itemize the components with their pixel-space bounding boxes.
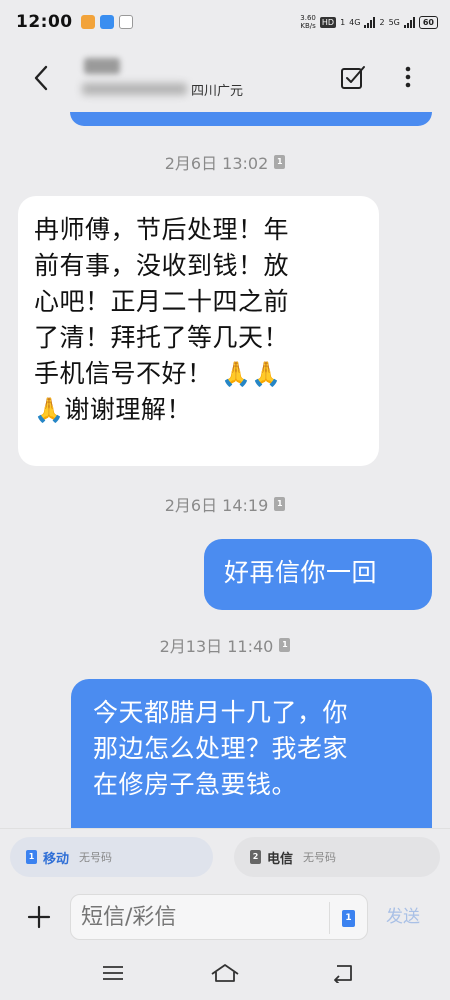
sim2-label: 2: [379, 17, 385, 27]
sim-1-icon: 1: [26, 850, 37, 864]
sim-card-1-button[interactable]: 1 移动 无号码: [10, 837, 213, 877]
timestamp-text: 2月13日 11:40: [159, 637, 274, 656]
system-nav-bar: [0, 946, 450, 1000]
message-line: 心吧！正月二十四之前: [34, 287, 290, 316]
message-timestamp: 2月6日 13:02 1: [0, 150, 450, 174]
app-notification-icon: [118, 15, 133, 29]
net-speed-value: 3.60: [300, 14, 316, 22]
menu-nav-button[interactable]: [98, 960, 128, 986]
back-button[interactable]: [18, 53, 64, 103]
message-timestamp: 2月13日 11:40 1: [0, 633, 450, 657]
back-arrow-icon: [334, 965, 352, 983]
outgoing-message[interactable]: 好再信你一回: [204, 539, 432, 610]
sim-2-icon: 2: [250, 850, 261, 864]
more-vertical-icon: [405, 66, 411, 88]
home-nav-button[interactable]: [210, 960, 240, 986]
net-speed-unit: KB/s: [300, 22, 316, 30]
signal-icon: [403, 16, 415, 28]
sim-indicator-icon: 1: [279, 638, 291, 652]
checkbox-select-icon: [341, 66, 365, 89]
hd-badge: HD: [319, 16, 337, 28]
sim-card-2-button[interactable]: 2 电信 无号码: [234, 837, 440, 877]
incoming-message[interactable]: 冉师傅，节后处理！年 前有事，没收到钱！放 心吧！正月二十四之前 了清！拜托了等…: [18, 196, 379, 466]
timestamp-text: 2月6日 13:02: [164, 154, 269, 173]
message-text: 谢谢理解！: [64, 395, 192, 424]
plus-icon: [27, 905, 51, 929]
sim-indicator-icon: 1: [274, 497, 286, 511]
notification-icons: [80, 15, 133, 29]
outgoing-message-partial[interactable]: [70, 112, 432, 126]
outgoing-message[interactable]: 今天都腊月十几了，你 那边怎么处理？我老家 在修房子急要钱。: [71, 679, 432, 830]
sim-1-icon: 1: [342, 909, 355, 927]
message-line: 冉师傅，节后处理！年: [34, 215, 290, 244]
more-options-button[interactable]: [396, 60, 420, 94]
attach-button[interactable]: [24, 902, 54, 932]
message-list[interactable]: 2月6日 13:02 1 冉师傅，节后处理！年 前有事，没收到钱！放 心吧！正月…: [0, 112, 450, 830]
back-nav-button[interactable]: [328, 960, 358, 986]
chevron-left-icon: [34, 65, 48, 91]
contact-number-redacted: [82, 83, 187, 95]
menu-icon: [103, 966, 123, 980]
network-5g: 5G: [388, 17, 400, 27]
message-line: 手机信号不好！ 🙏🙏: [34, 356, 363, 392]
contact-location: 四川广元: [191, 83, 244, 99]
pray-emoji-icon: 🙏🙏: [220, 360, 282, 388]
timestamp-text: 2月6日 14:19: [164, 496, 269, 515]
sim1-label: 1: [340, 17, 346, 27]
battery-icon: 60: [418, 15, 438, 29]
message-timestamp: 2月6日 14:19 1: [0, 492, 450, 516]
multi-select-button[interactable]: [336, 60, 370, 94]
send-button[interactable]: 发送: [386, 902, 420, 927]
sim-status: 无号码: [79, 851, 113, 864]
app-notification-icon: [80, 15, 95, 29]
status-indicators: 3.60 KB/s HD 1 4G 2 5G 60: [300, 14, 438, 30]
message-line: 在修房子急要钱。: [93, 770, 298, 799]
message-line: 今天都腊月十几了，你: [93, 698, 349, 727]
conversation-header: 四川广元: [0, 44, 450, 112]
network-4g: 4G: [349, 17, 361, 27]
app-notification-icon: [99, 15, 114, 29]
sim-status: 无号码: [303, 851, 337, 864]
sim-indicator-icon: 1: [274, 155, 286, 169]
contact-info[interactable]: 四川广元: [82, 57, 244, 99]
signal-icon: [364, 16, 376, 28]
pray-emoji-icon: 🙏: [34, 396, 65, 424]
home-icon: [211, 964, 239, 982]
message-text: 好再信你一回: [224, 558, 378, 587]
sim-carrier-name: 电信: [267, 851, 294, 867]
status-bar: 12:00 3.60 KB/s HD 1 4G 2 5G 60: [0, 0, 450, 44]
message-input-box: 1: [70, 894, 368, 941]
message-line: 前有事，没收到钱！放: [34, 251, 290, 280]
status-time: 12:00: [16, 12, 73, 32]
message-line: 了清！拜托了等几天！: [34, 323, 290, 352]
message-input[interactable]: [81, 895, 321, 941]
message-line: 那边怎么处理？我老家: [93, 734, 349, 763]
message-text: 手机信号不好！: [34, 359, 213, 388]
input-sim-switch-button[interactable]: 1: [329, 902, 367, 934]
sim-carrier-name: 移动: [43, 851, 70, 867]
net-speed: 3.60 KB/s: [300, 14, 316, 30]
message-line: 🙏谢谢理解！: [34, 392, 363, 428]
contact-name-redacted: [84, 57, 120, 74]
sim-selector: 1 移动 无号码 2 电信 无号码: [0, 828, 450, 888]
message-composer: 1 发送: [0, 888, 450, 946]
